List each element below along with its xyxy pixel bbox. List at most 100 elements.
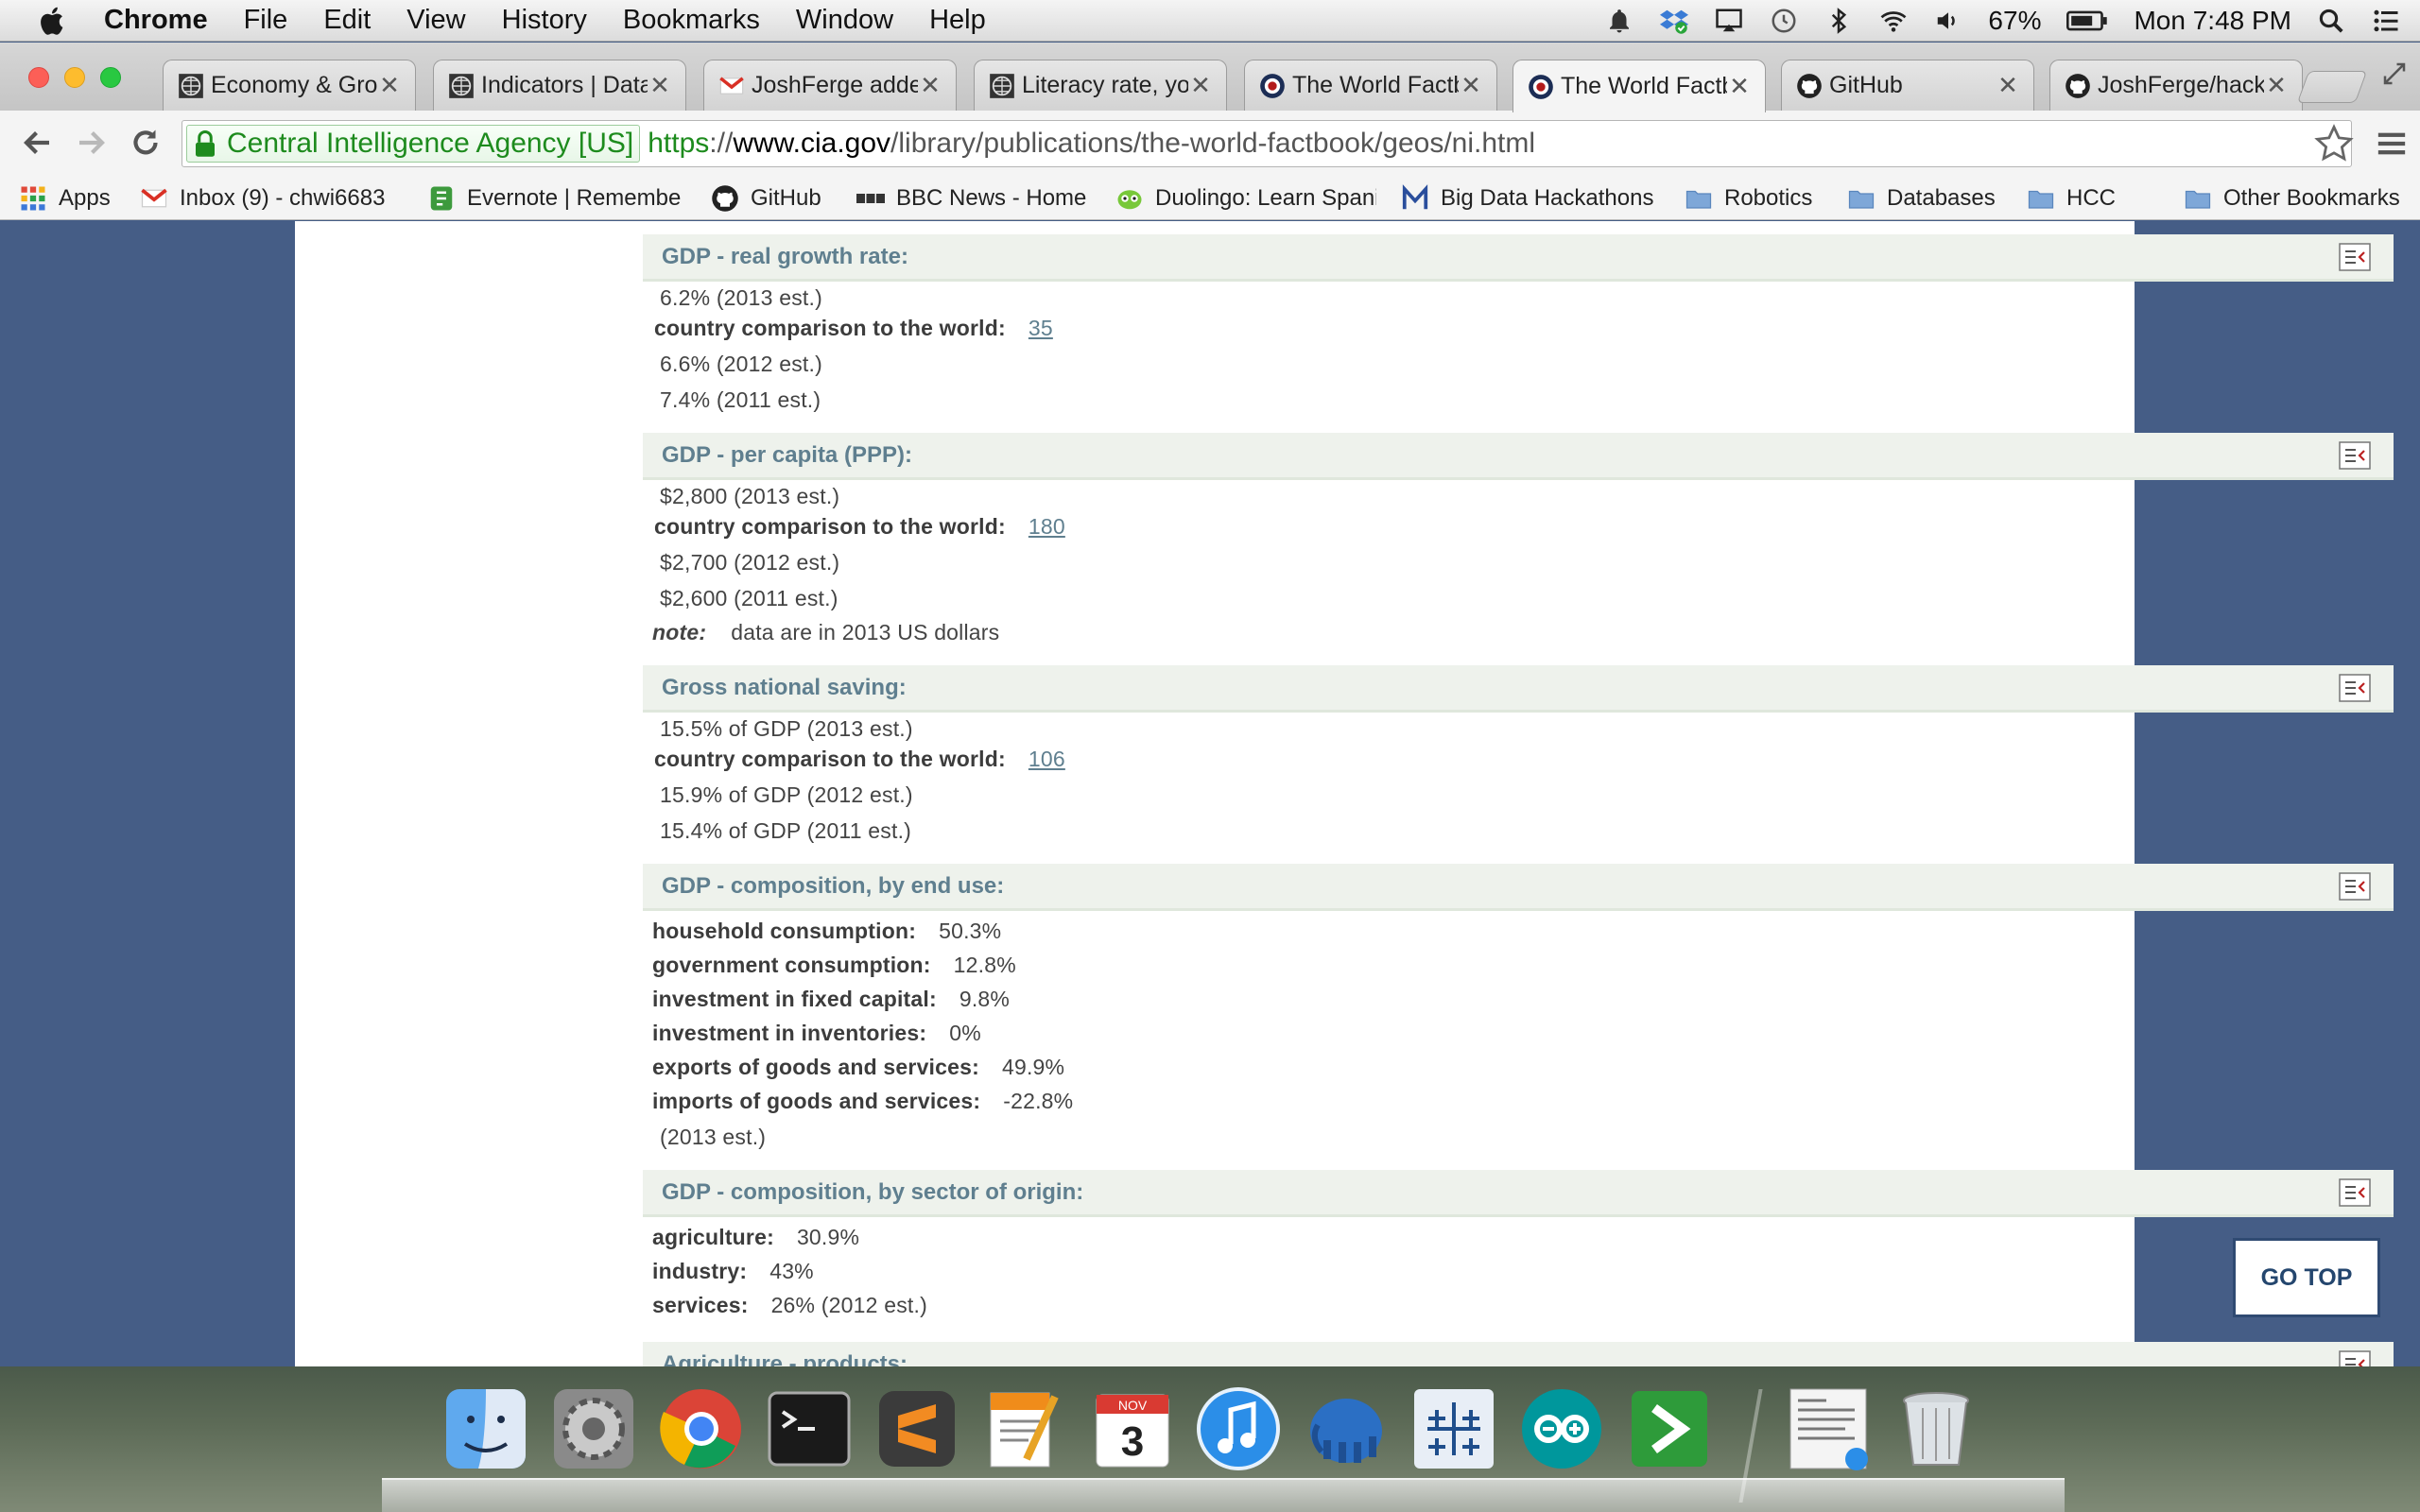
menu-window[interactable]: Window: [796, 5, 893, 36]
sublime-text-icon[interactable]: [872, 1383, 962, 1474]
terminal-icon[interactable]: [764, 1383, 855, 1474]
window-close-button[interactable]: [28, 67, 49, 88]
tab-title: Indicators | Data: [481, 72, 648, 98]
section-toggle-icon[interactable]: [2339, 674, 2371, 702]
prompt-icon[interactable]: [1624, 1383, 1715, 1474]
section-agriculture-products[interactable]: Agriculture - products:: [643, 1342, 2394, 1366]
menu-bookmarks[interactable]: Bookmarks: [623, 5, 760, 36]
section-toggle-icon[interactable]: [2339, 243, 2371, 271]
rank-link[interactable]: 106: [1028, 747, 1065, 771]
section-gdp-per-capita[interactable]: GDP - per capita (PPP):: [643, 433, 2394, 480]
item-label: investment in fixed capital:: [652, 987, 937, 1011]
section-gdp-growth[interactable]: GDP - real growth rate:: [643, 234, 2394, 282]
bookmark-big-data-hackathons[interactable]: Big Data Hackathons: [1401, 180, 1656, 216]
rank-link[interactable]: 35: [1028, 316, 1053, 340]
tab-close-icon[interactable]: ✕: [1459, 71, 1483, 100]
tab-factbook-active[interactable]: The World Factbo ✕: [1512, 60, 1766, 112]
tab-close-icon[interactable]: ✕: [648, 71, 672, 100]
section-toggle-icon[interactable]: [2339, 441, 2371, 470]
bookmark-folder-other[interactable]: Other Bookmarks: [2184, 180, 2400, 216]
bookmark-folder-databases[interactable]: Databases: [1847, 180, 1996, 216]
tableau-icon[interactable]: [1409, 1383, 1499, 1474]
address-bar[interactable]: Central Intelligence Agency [US] https:/…: [182, 120, 2352, 167]
ev-certificate-badge[interactable]: Central Intelligence Agency [US]: [186, 125, 641, 163]
spotlight-search-icon[interactable]: [2316, 6, 2346, 36]
arduino-icon[interactable]: [1516, 1383, 1607, 1474]
tab-literacy[interactable]: Literacy rate, you ✕: [974, 60, 1227, 111]
sector-industry: industry: 43%: [652, 1259, 814, 1284]
tab-close-icon[interactable]: ✕: [1996, 71, 2020, 100]
itunes-icon[interactable]: [1193, 1383, 1284, 1474]
section-national-saving[interactable]: Gross national saving:: [643, 665, 2394, 713]
fullscreen-arrows-icon[interactable]: [2380, 60, 2409, 88]
menu-file[interactable]: File: [244, 5, 288, 36]
menu-view[interactable]: View: [406, 5, 465, 36]
tab-factbook-1[interactable]: The World Factbo ✕: [1244, 60, 1497, 111]
tab-close-icon[interactable]: ✕: [377, 71, 402, 100]
rank-link[interactable]: 180: [1028, 514, 1065, 539]
rank-label: country comparison to the world:: [654, 316, 1006, 340]
menu-history[interactable]: History: [502, 5, 587, 36]
window-minimize-button[interactable]: [64, 67, 85, 88]
system-preferences-icon[interactable]: [548, 1383, 639, 1474]
dropbox-sync-icon[interactable]: [1659, 6, 1689, 36]
back-button[interactable]: [19, 124, 57, 162]
notification-center-icon[interactable]: [2371, 6, 2401, 36]
trash-icon[interactable]: [1891, 1383, 1981, 1474]
postgres-elephant-icon[interactable]: [1301, 1383, 1392, 1474]
downloads-stack-icon[interactable]: [1783, 1383, 1874, 1474]
bookmark-evernote[interactable]: Evernote | Remember: [427, 180, 683, 216]
section-toggle-icon[interactable]: [2339, 1178, 2371, 1207]
calendar-icon[interactable]: NOV 3: [1087, 1383, 1178, 1474]
bookmark-github[interactable]: GitHub: [711, 180, 821, 216]
volume-icon[interactable]: [1933, 6, 1963, 36]
menubar-clock[interactable]: Mon 7:48 PM: [2134, 6, 2291, 36]
menu-app-name[interactable]: Chrome: [104, 5, 208, 36]
tab-close-icon[interactable]: ✕: [918, 71, 942, 100]
forward-button[interactable]: [72, 124, 110, 162]
chrome-menu-icon[interactable]: [2375, 128, 2409, 160]
tab-close-icon[interactable]: ✕: [2264, 71, 2289, 100]
tab-close-icon[interactable]: ✕: [1727, 72, 1752, 101]
window-zoom-button[interactable]: [100, 67, 121, 88]
tab-github[interactable]: GitHub ✕: [1781, 60, 2034, 111]
bookmark-duolingo[interactable]: Duolingo: Learn Spani: [1115, 180, 1376, 216]
bookmark-folder-robotics[interactable]: Robotics: [1685, 180, 1812, 216]
end-use-inventories: investment in inventories: 0%: [652, 1021, 981, 1046]
tab-gmail[interactable]: JoshFerge added ✕: [703, 60, 957, 111]
tab-hackathon-repo[interactable]: JoshFerge/hacka ✕: [2049, 60, 2303, 111]
airplay-icon[interactable]: [1714, 6, 1744, 36]
chrome-icon[interactable]: [656, 1383, 747, 1474]
bookmark-folder-hcc[interactable]: HCC: [2027, 180, 2116, 216]
url-text[interactable]: https://www.cia.gov/library/publications…: [648, 128, 1535, 160]
section-gdp-sector[interactable]: GDP - composition, by sector of origin:: [643, 1170, 2394, 1217]
menu-edit[interactable]: Edit: [323, 5, 371, 36]
tab-indicators[interactable]: Indicators | Data ✕: [433, 60, 686, 111]
notification-bell-icon[interactable]: [1604, 6, 1634, 36]
wifi-icon[interactable]: [1878, 6, 1909, 36]
item-value: 43%: [769, 1259, 814, 1283]
time-machine-icon[interactable]: [1769, 6, 1799, 36]
tab-close-icon[interactable]: ✕: [1188, 71, 1213, 100]
bluetooth-icon[interactable]: [1824, 6, 1854, 36]
bookmark-label: Databases: [1887, 185, 1996, 211]
pages-icon[interactable]: [979, 1383, 1070, 1474]
menu-help[interactable]: Help: [929, 5, 986, 36]
tab-economy[interactable]: Economy & Grow ✕: [163, 60, 416, 111]
section-gdp-end-use[interactable]: GDP - composition, by end use:: [643, 864, 2394, 911]
item-label: agriculture:: [652, 1225, 774, 1249]
new-tab-button[interactable]: [2296, 71, 2368, 103]
section-toggle-icon[interactable]: [2339, 1350, 2371, 1366]
battery-icon[interactable]: [2066, 6, 2109, 36]
section-toggle-icon[interactable]: [2339, 872, 2371, 901]
finder-icon[interactable]: [441, 1383, 531, 1474]
bookmark-star-icon[interactable]: [2314, 124, 2354, 163]
reload-button[interactable]: [127, 124, 164, 162]
go-top-button[interactable]: GO TOP: [2233, 1238, 2380, 1317]
bookmark-apps[interactable]: Apps: [19, 180, 111, 216]
mac-menu-bar: Chrome File Edit View History Bookmarks …: [0, 0, 2420, 42]
bookmark-bbc[interactable]: BBC News - Home: [856, 180, 1086, 216]
bookmark-inbox[interactable]: Inbox (9) - chwi6683: [140, 180, 405, 216]
section-title: GDP - composition, by sector of origin:: [662, 1178, 1084, 1205]
apple-menu-icon[interactable]: [36, 4, 70, 38]
